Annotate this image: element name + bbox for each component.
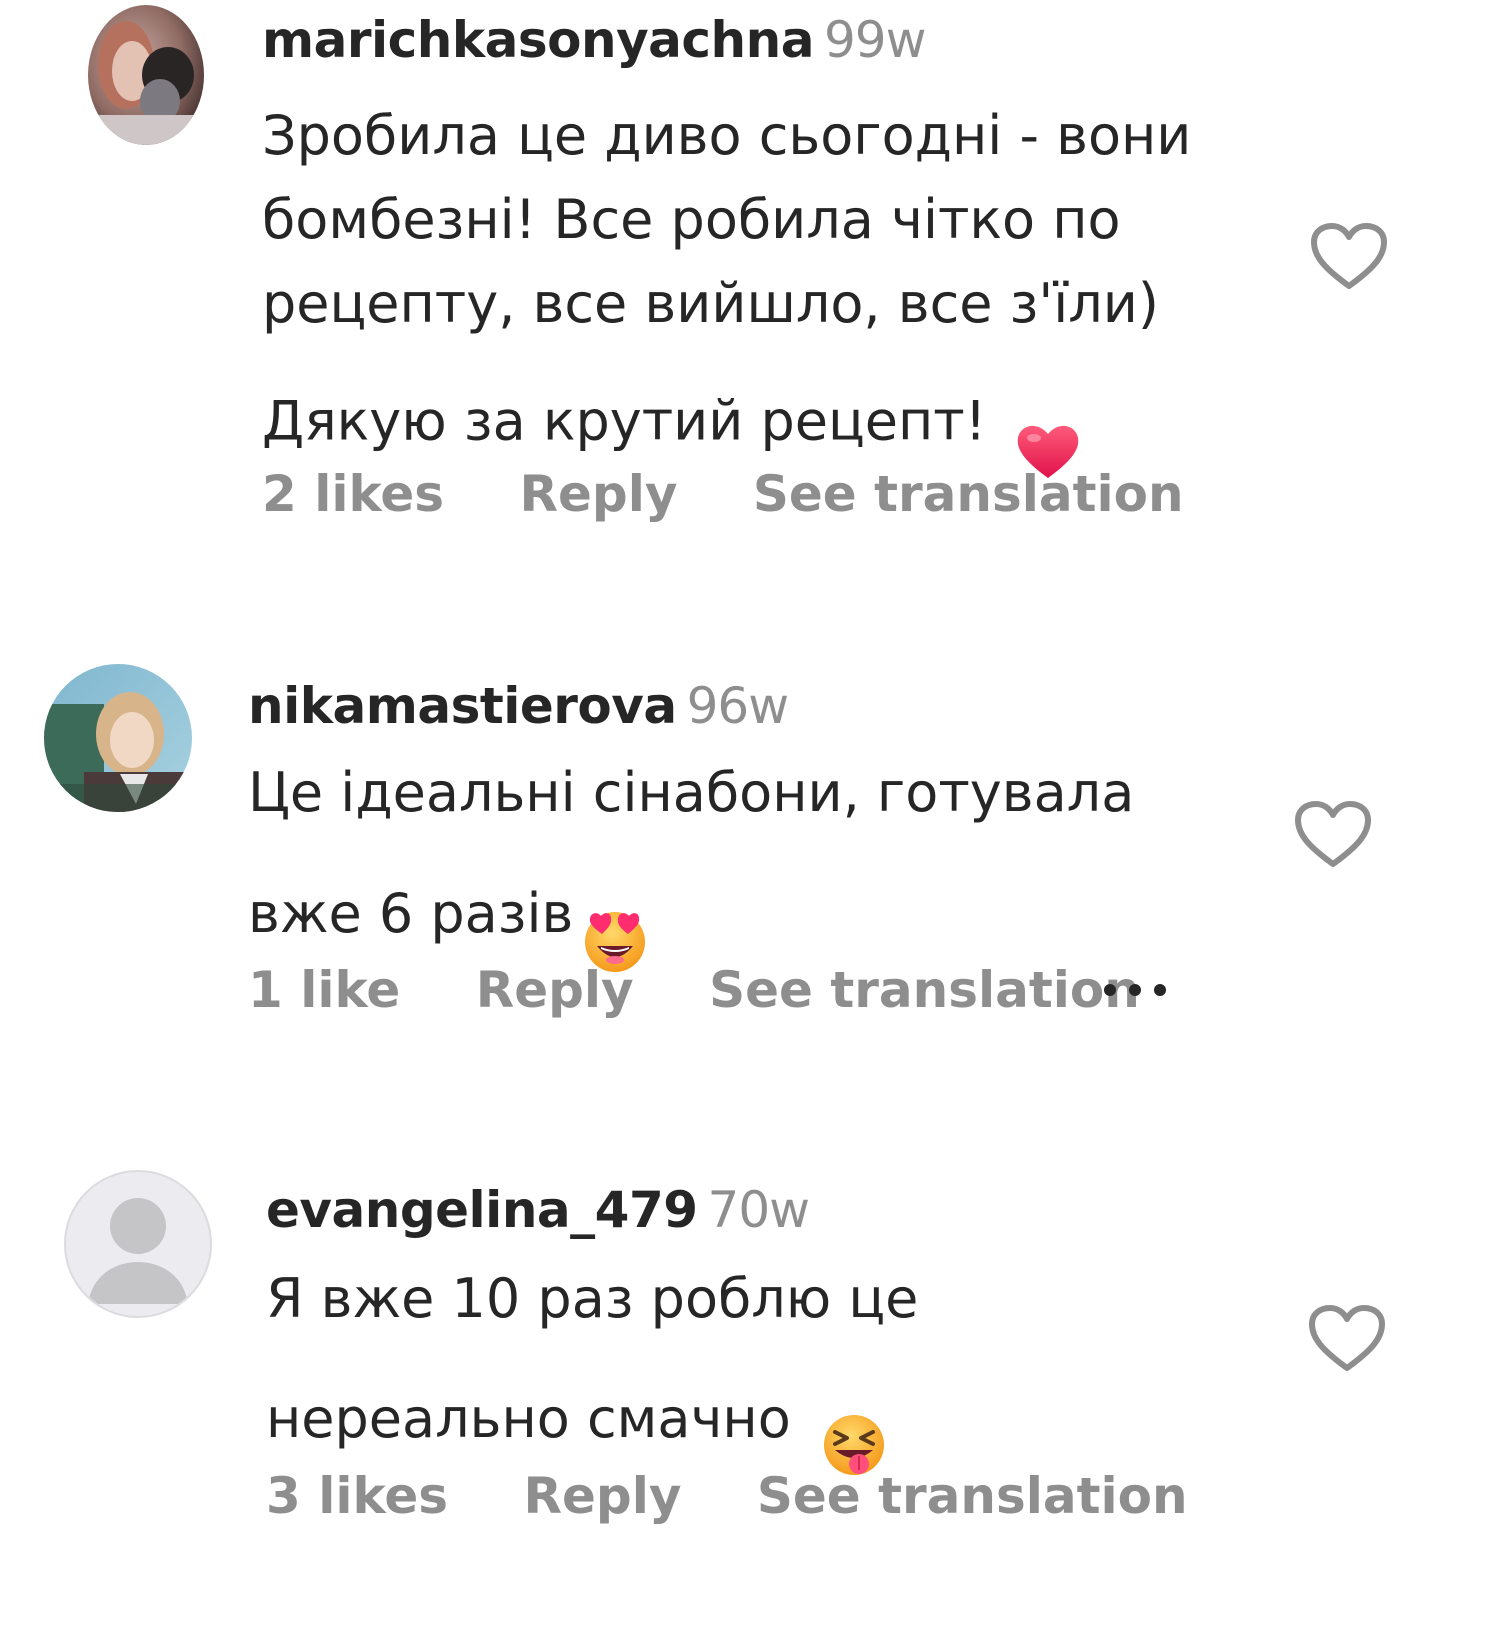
avatar[interactable] bbox=[88, 5, 204, 145]
comment-body: nikamastierova 96w Це ідеальні сінабони, … bbox=[248, 676, 1308, 999]
default-avatar[interactable] bbox=[64, 1170, 212, 1318]
reply-button[interactable]: Reply bbox=[519, 465, 677, 523]
timestamp[interactable]: 99w bbox=[824, 11, 927, 69]
avatar-photo bbox=[88, 5, 204, 145]
comment-actions: 3 likes Reply See translation bbox=[266, 1466, 1246, 1526]
username[interactable]: nikamastierova bbox=[248, 677, 677, 735]
comment-body: evangelina_479 70w Я вже 10 раз роблю це … bbox=[266, 1180, 1306, 1503]
comment-text: Зробила це диво сьогодні - вони бомбезні… bbox=[262, 94, 1302, 504]
see-translation-button[interactable]: See translation bbox=[753, 465, 1184, 523]
see-translation-button[interactable]: See translation bbox=[757, 1467, 1188, 1525]
reply-button[interactable]: Reply bbox=[523, 1467, 681, 1525]
comment-header: nikamastierova 96w bbox=[248, 676, 1308, 736]
like-heart-icon[interactable] bbox=[1310, 222, 1388, 292]
timestamp[interactable]: 70w bbox=[708, 1181, 811, 1239]
like-heart-icon[interactable] bbox=[1308, 1304, 1386, 1374]
comment-text-content: Це ідеальні сінабони, готувала вже 6 раз… bbox=[248, 761, 1135, 946]
reply-button[interactable]: Reply bbox=[476, 961, 634, 1019]
comment-body: marichkasonyachna 99w Зробила це диво сьо… bbox=[262, 10, 1302, 504]
avatar-photo bbox=[44, 664, 192, 812]
person-silhouette-icon bbox=[88, 1198, 188, 1304]
username[interactable]: evangelina_479 bbox=[266, 1181, 698, 1239]
avatar[interactable] bbox=[44, 664, 192, 812]
comment-actions: 1 like Reply See translation bbox=[248, 960, 1198, 1020]
comment-header: evangelina_479 70w bbox=[266, 1180, 1306, 1240]
see-translation-button[interactable]: See translation bbox=[709, 961, 1140, 1019]
likes-count[interactable]: 3 likes bbox=[266, 1467, 448, 1525]
comment-actions: 2 likes Reply See translation bbox=[262, 464, 1242, 524]
more-icon[interactable] bbox=[1100, 975, 1180, 1005]
likes-count[interactable]: 2 likes bbox=[262, 465, 444, 523]
comment-header: marichkasonyachna 99w bbox=[262, 10, 1302, 70]
timestamp[interactable]: 96w bbox=[687, 677, 790, 735]
like-heart-icon[interactable] bbox=[1294, 800, 1372, 870]
likes-count[interactable]: 1 like bbox=[248, 961, 400, 1019]
username[interactable]: marichkasonyachna bbox=[262, 11, 814, 69]
